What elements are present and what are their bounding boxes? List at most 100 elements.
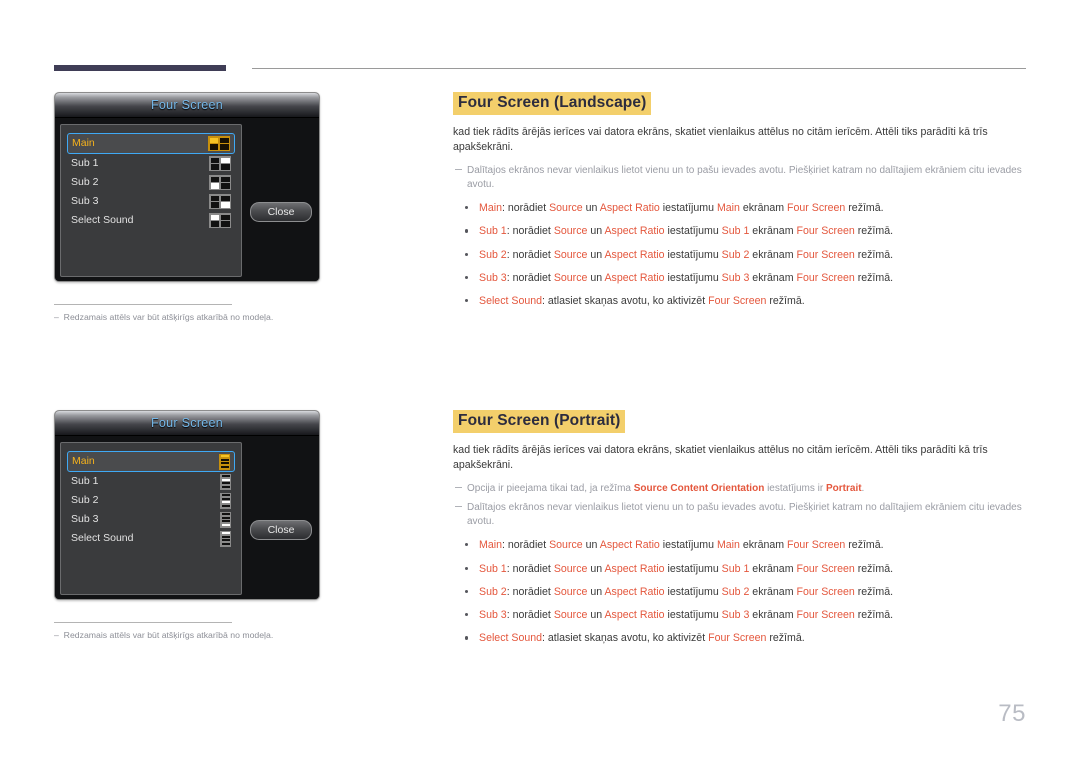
- keyword-text: Sub 1: [479, 225, 507, 238]
- keyword-text: Four Screen: [796, 225, 855, 238]
- osd-menu-item-sub3[interactable]: Sub 3: [67, 510, 235, 529]
- body-text: iestatījumu: [664, 585, 722, 598]
- osd-menu-item-sub1[interactable]: Sub 1: [67, 472, 235, 491]
- keyword-text: Select Sound: [479, 632, 543, 645]
- stack-layout-icon-select-sound: [220, 530, 231, 547]
- keyword-text: Sub 3: [721, 271, 750, 284]
- quad-layout-icon-sub2: [209, 175, 231, 190]
- osd-side-pane: Close: [242, 442, 314, 595]
- osd-close-button[interactable]: Close: [250, 202, 312, 222]
- osd-menu-item-main[interactable]: Main: [67, 133, 235, 154]
- keyword-text: Source: [553, 271, 588, 284]
- osd-title-label: Four Screen: [150, 98, 224, 112]
- osd-menu-item-label: Sub 1: [71, 475, 99, 488]
- keyword-text: Sub 3: [721, 609, 750, 622]
- caption-divider: [54, 622, 232, 623]
- keyword-text: Sub 3: [479, 609, 507, 622]
- keyword-text: Aspect Ratio: [599, 202, 660, 215]
- keyword-text: Aspect Ratio: [604, 609, 665, 622]
- osd-body: Main Sub 1 Sub 2 Sub 3 Select Sound Clos…: [55, 118, 319, 281]
- body-text: ekrānam: [749, 562, 797, 575]
- bullet-item: Select Sound: atlasiet skaņas avotu, ko …: [453, 631, 1027, 645]
- keyword-text: Four Screen: [796, 248, 855, 261]
- osd-menu-item-main[interactable]: Main: [67, 451, 235, 472]
- section-bullets: Main : norādiet Source un Aspect Ratio ie…: [453, 538, 1027, 645]
- keyword-text: Aspect Ratio: [604, 585, 665, 598]
- body-text: ekrānam: [749, 585, 797, 598]
- note-item: Dalītajos ekrānos nevar vienlaikus lieto…: [453, 501, 1027, 529]
- bullet-item: Main: norādiet Source un Aspect Ratio ie…: [453, 538, 1027, 552]
- keyword-text: Source: [553, 562, 588, 575]
- osd-close-button[interactable]: Close: [250, 520, 312, 540]
- caption-body: Redzamais attēls var būt atšķirīgs atkar…: [63, 312, 274, 322]
- osd-menu-item-sub2[interactable]: Sub 2: [67, 491, 235, 510]
- body-text: režīmā.: [845, 202, 884, 215]
- body-text: : norādiet: [506, 225, 554, 238]
- osd-menu-item-sub3[interactable]: Sub 3: [67, 192, 235, 211]
- body-text: ekrānam: [749, 271, 797, 284]
- osd-menu-item-select-sound[interactable]: Select Sound: [67, 529, 235, 548]
- osd-title-bar: Four Screen: [55, 411, 319, 436]
- body-text: ekrānam: [749, 609, 797, 622]
- body-text: iestatījumu: [664, 562, 722, 575]
- body-text: iestatījumu: [659, 202, 717, 215]
- quad-layout-icon-sub3: [209, 194, 231, 209]
- osd-menu-list: Main Sub 1 Sub 2 Sub 3 Select Sound: [60, 124, 242, 277]
- osd-dialog-portrait: Four Screen Main Sub 1 Sub 2 Sub 3 Selec…: [54, 410, 320, 600]
- figure-column-portrait: Four Screen Main Sub 1 Sub 2 Sub 3 Selec…: [54, 410, 324, 641]
- osd-menu-item-label: Sub 3: [71, 195, 99, 208]
- keyword-text: Main: [716, 202, 740, 215]
- header-divider-line: [252, 68, 1026, 69]
- body-text: režīmā.: [845, 539, 884, 552]
- caption-dash: –: [54, 630, 64, 640]
- page-number: 75: [998, 700, 1026, 727]
- body-text: : norādiet: [506, 562, 554, 575]
- keyword-text: Main: [716, 539, 740, 552]
- keyword-text: Sub 1: [721, 562, 750, 575]
- osd-menu-item-label: Select Sound: [71, 214, 134, 227]
- body-text: .: [861, 482, 865, 494]
- osd-dialog-landscape: Four Screen Main Sub 1 Sub 2 Sub 3 Selec…: [54, 92, 320, 282]
- keyword-text: Source Content Orientation: [633, 482, 765, 494]
- osd-menu-item-label: Sub 2: [71, 494, 99, 507]
- osd-body: Main Sub 1 Sub 2 Sub 3 Select Sound Clos…: [55, 436, 319, 599]
- text-column-landscape: Four Screen (Landscape) kad tiek rādīts …: [453, 92, 1027, 318]
- bullet-item: Sub 3: norādiet Source un Aspect Ratio i…: [453, 271, 1027, 285]
- keyword-text: Main: [479, 539, 502, 552]
- keyword-text: Four Screen: [708, 632, 767, 645]
- keyword-text: Source: [553, 609, 588, 622]
- keyword-text: Aspect Ratio: [604, 248, 665, 261]
- body-text: Dalītajos ekrānos nevar vienlaikus lieto…: [467, 164, 1022, 190]
- osd-menu-item-label: Select Sound: [71, 532, 134, 545]
- body-text: iestatījumu: [664, 271, 722, 284]
- keyword-text: Four Screen: [708, 295, 767, 308]
- body-text: un: [587, 609, 605, 622]
- keyword-text: Sub 1: [479, 562, 507, 575]
- section-heading: Four Screen (Portrait): [453, 410, 626, 433]
- body-text: Opcija ir pieejama tikai tad, ja režīma: [467, 482, 634, 494]
- section-bullets: Main : norādiet Source un Aspect Ratio ie…: [453, 201, 1027, 308]
- bullet-item: Sub 2: norādiet Source un Aspect Ratio i…: [453, 585, 1027, 599]
- keyword-text: Source: [553, 248, 588, 261]
- body-text: ekrānam: [739, 539, 788, 552]
- osd-menu-item-select-sound[interactable]: Select Sound: [67, 211, 235, 230]
- keyword-text: Sub 2: [479, 585, 507, 598]
- body-text: un: [587, 248, 605, 261]
- osd-menu-item-sub2[interactable]: Sub 2: [67, 173, 235, 192]
- body-text: ekrānam: [749, 248, 797, 261]
- keyword-text: Source: [553, 225, 588, 238]
- manual-page: Four Screen Main Sub 1 Sub 2 Sub 3 Selec…: [0, 0, 1080, 763]
- body-text: režīmā.: [854, 271, 894, 284]
- keyword-text: Sub 2: [721, 585, 750, 598]
- body-text: un: [582, 202, 600, 215]
- keyword-text: Four Screen: [796, 609, 855, 622]
- keyword-text: Aspect Ratio: [604, 562, 665, 575]
- bullet-item: Select Sound: atlasiet skaņas avotu, ko …: [453, 294, 1027, 308]
- keyword-text: Aspect Ratio: [604, 271, 665, 284]
- bullet-item: Main: norādiet Source un Aspect Ratio ie…: [453, 201, 1027, 215]
- keyword-text: Four Screen: [796, 562, 855, 575]
- figure-caption-landscape: – Redzamais attēls var būt atšķirīgs atk…: [54, 304, 273, 323]
- osd-menu-item-label: Sub 1: [71, 157, 99, 170]
- body-text: un: [587, 562, 605, 575]
- osd-menu-item-sub1[interactable]: Sub 1: [67, 154, 235, 173]
